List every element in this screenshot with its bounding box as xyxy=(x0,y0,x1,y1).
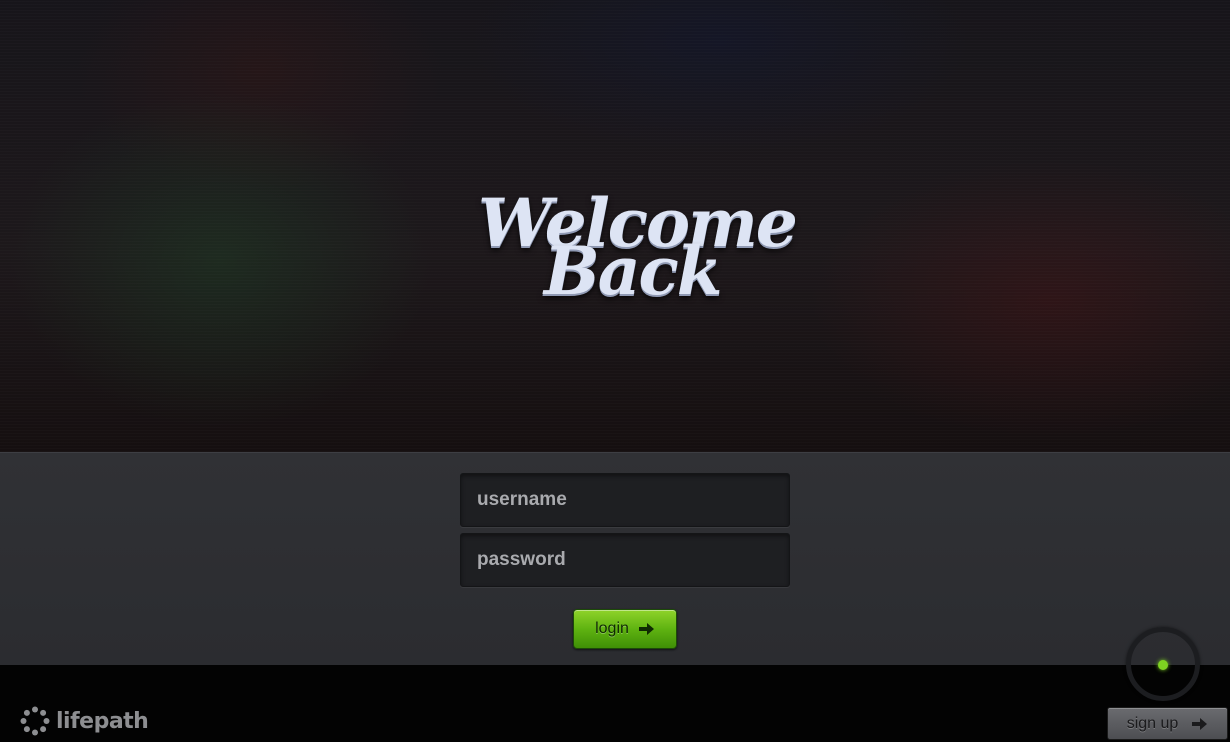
loading-spinner xyxy=(1126,627,1200,701)
brand-name: lifepath xyxy=(56,708,149,734)
hero-banner: Welcome Back xyxy=(0,0,1230,452)
sign-up-button[interactable]: sign up xyxy=(1107,707,1228,740)
login-button-label: login xyxy=(595,620,629,637)
login-panel: login xyxy=(0,452,1230,665)
arrow-right-icon xyxy=(1192,717,1208,730)
headline-line-2: Back xyxy=(544,232,722,310)
login-button[interactable]: login xyxy=(573,609,677,649)
sign-up-button-label: sign up xyxy=(1126,714,1179,732)
spinner-icon xyxy=(1158,660,1168,670)
username-input[interactable] xyxy=(460,473,790,527)
password-input[interactable] xyxy=(460,533,790,587)
footer-bar: lifepath sign up xyxy=(0,665,1230,742)
lifepath-logo-icon xyxy=(20,706,50,736)
arrow-right-icon xyxy=(638,623,654,635)
brand-logo[interactable]: lifepath xyxy=(20,705,149,737)
login-page: Welcome Back login xyxy=(0,0,1230,742)
welcome-headline: Welcome Back xyxy=(474,186,798,311)
